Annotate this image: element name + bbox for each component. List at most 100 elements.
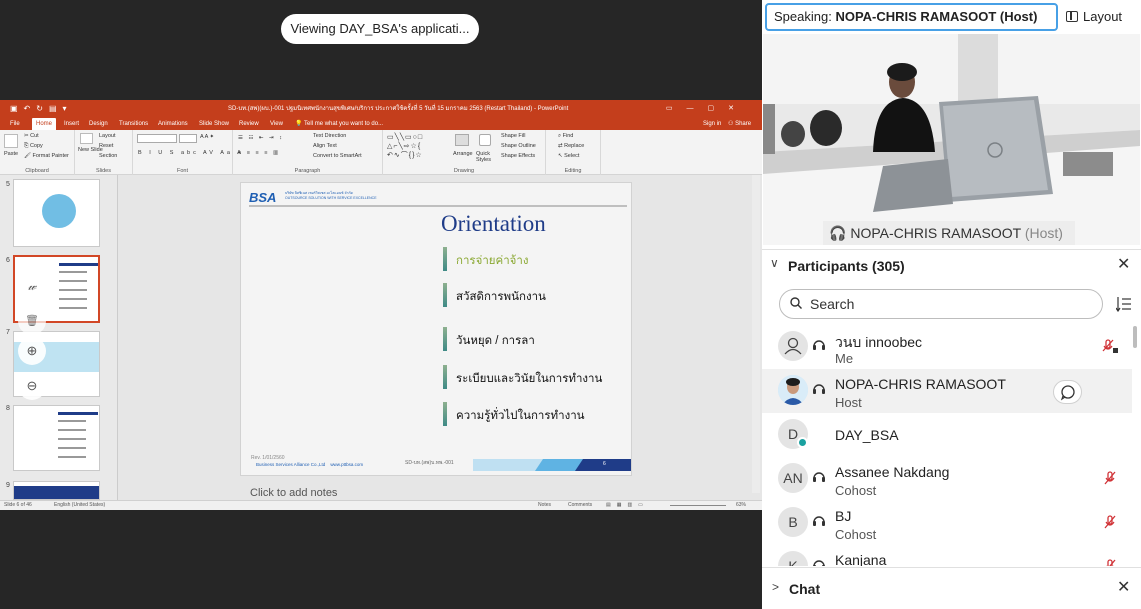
ppt-title-bar: ▣↶↻▤▾ SD-บท.(สพ)(ผบ.)-001 ปฐมนิเทศพนักงา… [0, 100, 762, 118]
cut-button[interactable]: ✂ Cut [24, 133, 39, 139]
participant-row[interactable]: K Kanjana [762, 545, 1132, 566]
align-icons[interactable]: ≡ ≡ ≡ ≡ ▥ [238, 150, 280, 156]
layout-button[interactable]: Layout [1066, 3, 1138, 31]
paste-icon[interactable] [4, 134, 18, 148]
font-format-icons[interactable]: B I U S abc AV Aa A [138, 150, 244, 156]
font-grow-icon[interactable]: A A ✦ [200, 134, 214, 140]
shape-outline-button[interactable]: Shape Outline [501, 143, 536, 149]
slide-count: Slide 6 of 46 [4, 502, 32, 508]
quick-styles-button[interactable]: Quick Styles [476, 151, 496, 163]
bullet-bar [443, 402, 447, 426]
reset-button[interactable]: Reset [99, 143, 113, 149]
drawing-group: ▭╲╲▭○□ △⌐╲⇨☆{↶∿⌒{}☆ Arrange Quick Styles … [383, 130, 546, 175]
thumb-number: 6 [6, 257, 10, 264]
bullet-text: วันหยุด / การลา [456, 335, 535, 347]
tab-transitions[interactable]: Transitions [119, 118, 148, 130]
list-icons[interactable]: ☰ ☷ ⇤ ⇥ ↕ [238, 135, 284, 141]
convert-smartart-button[interactable]: Convert to SmartArt [313, 153, 362, 159]
font-name-box[interactable] [137, 134, 177, 143]
slide-bullet: ความรู้ทั่วไปในการทำงาน [443, 402, 633, 426]
chat-with-participant-button[interactable] [1053, 380, 1082, 404]
draw-pen-icon[interactable]: 𝓌 [18, 272, 46, 300]
viewing-status-pill[interactable]: Viewing DAY_BSA's applicati... [281, 14, 479, 44]
search-input[interactable] [810, 295, 1090, 313]
tab-review[interactable]: Review [239, 118, 259, 130]
thumb-bullet-lines [59, 271, 87, 273]
close-chat-icon[interactable]: ✕ [1117, 580, 1130, 596]
participant-row[interactable]: D DAY_BSA [762, 413, 1132, 457]
participants-title: Participants (305) [788, 258, 905, 274]
tab-design[interactable]: Design [89, 118, 108, 130]
trash-icon[interactable]: 🗑 [18, 307, 46, 335]
participant-list: วนบ innoobec Me NOPA-CHRIS RAMASOOT Host [762, 325, 1132, 566]
active-speaker-video[interactable]: 🎧 NOPA-CHRIS RAMASOOT (Host) [763, 34, 1140, 245]
copy-button[interactable]: ⎘ Copy [24, 143, 43, 150]
language-status[interactable]: English (United States) [54, 501, 105, 510]
text-direction-button[interactable]: Text Direction [313, 133, 346, 139]
close-participants-icon[interactable]: ✕ [1117, 257, 1130, 273]
layout-button-ppt[interactable]: Layout [99, 133, 116, 139]
notes-toggle[interactable]: Notes [538, 501, 551, 510]
muted-lock-icon[interactable] [1102, 338, 1118, 354]
quick-access-icons[interactable]: ▣↶↻▤▾ [10, 100, 73, 118]
participant-row[interactable]: B BJ Cohost [762, 501, 1132, 545]
muted-icon[interactable] [1102, 558, 1118, 566]
share-button[interactable]: ⚇ Share [728, 118, 751, 130]
font-size-box[interactable] [179, 134, 197, 143]
sort-icon[interactable] [1116, 296, 1132, 312]
window-controls-icon[interactable]: ▭—▢✕ [666, 100, 748, 118]
video-role: (Host) [1024, 225, 1063, 241]
tab-animations[interactable]: Animations [158, 118, 188, 130]
speaking-indicator[interactable]: Speaking: NOPA-CHRIS RAMASOOT (Host) [765, 3, 1058, 31]
participant-row-me[interactable]: วนบ innoobec Me [762, 325, 1132, 369]
select-button[interactable]: ↖ Select [558, 153, 579, 159]
chevron-down-icon[interactable]: ∨ [770, 256, 779, 270]
slides-label: Slides [96, 168, 111, 174]
replace-button[interactable]: ⇄ Replace [558, 143, 584, 149]
shape-fill-button[interactable]: Shape Fill [501, 133, 525, 139]
new-slide-icon[interactable] [80, 133, 93, 144]
zoom-slider[interactable] [670, 505, 726, 506]
participant-scrollbar[interactable] [1133, 326, 1137, 348]
arrange-icon[interactable] [455, 134, 469, 146]
current-slide[interactable]: BSA บริษัท บิสซิเนส เซอร์วิสเซส อะไลแอนซ… [240, 182, 632, 476]
align-text-button[interactable]: Align Text [313, 143, 337, 149]
quick-styles-icon[interactable] [479, 134, 491, 146]
tab-home[interactable]: Home [32, 118, 57, 130]
participant-search[interactable] [779, 289, 1103, 319]
shapes-gallery-icon[interactable]: ▭╲╲▭○□ △⌐╲⇨☆{↶∿⌒{}☆ [387, 133, 423, 160]
tab-file[interactable]: File [10, 118, 20, 130]
chat-header[interactable]: > Chat ✕ [762, 567, 1141, 609]
arrange-button[interactable]: Arrange [453, 151, 473, 157]
ribbon-home: Paste ✂ Cut ⎘ Copy 🖌 Format Painter Clip… [0, 130, 762, 175]
participant-row[interactable]: AN Assanee Nakdang Cohost [762, 457, 1132, 501]
zoom-out-icon[interactable]: ⊖ [18, 372, 46, 400]
participant-row-host[interactable]: NOPA-CHRIS RAMASOOT Host [762, 369, 1132, 413]
find-button[interactable]: ⌕ Find [558, 133, 573, 140]
muted-icon[interactable] [1102, 470, 1118, 486]
zoom-level[interactable]: 63% [736, 501, 746, 510]
sign-in-link[interactable]: Sign in [703, 118, 721, 130]
section-button[interactable]: Section [99, 153, 117, 159]
muted-icon[interactable] [1102, 514, 1118, 530]
comments-toggle[interactable]: Comments [568, 501, 592, 510]
paste-button[interactable]: Paste [4, 151, 18, 157]
tab-insert[interactable]: Insert [64, 118, 79, 130]
tab-view[interactable]: View [270, 118, 283, 130]
notes-placeholder[interactable]: Click to add notes [250, 487, 337, 499]
participants-header[interactable]: ∨ Participants (305) ✕ [762, 249, 1141, 281]
slide-thumbnail-9[interactable] [13, 481, 100, 500]
chevron-right-icon[interactable]: > [772, 580, 779, 594]
slide-scrollbar[interactable] [752, 175, 760, 493]
avatar: AN [778, 463, 808, 493]
tab-slide-show[interactable]: Slide Show [199, 118, 229, 130]
avatar [778, 331, 808, 361]
shape-effects-button[interactable]: Shape Effects [501, 153, 535, 159]
slide-thumbnail-8[interactable] [13, 405, 100, 471]
format-painter-button[interactable]: 🖌 Format Painter [24, 153, 69, 159]
tell-me-box[interactable]: 💡 Tell me what you want to do... [295, 118, 383, 130]
thumb-bullet-lines [58, 420, 86, 422]
zoom-in-icon[interactable]: ⊕ [18, 337, 46, 365]
avatar-initials: AN [783, 470, 803, 486]
view-icons[interactable]: ▤▦▥▭ [606, 501, 649, 510]
